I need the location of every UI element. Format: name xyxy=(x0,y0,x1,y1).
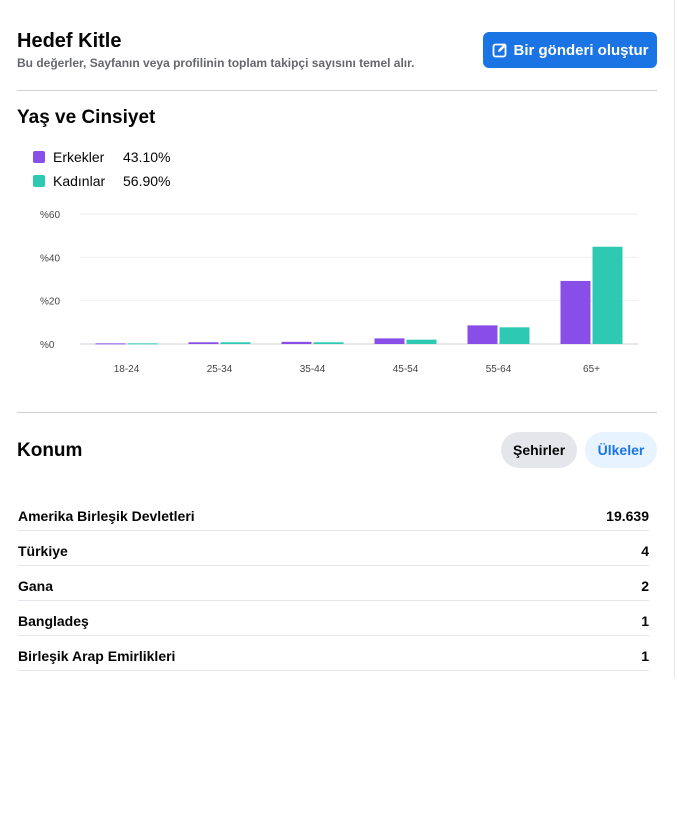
table-row: Türkiye 4 xyxy=(18,531,649,566)
bar-female-35-44[interactable] xyxy=(313,342,344,344)
countries-toggle-button[interactable]: Ülkeler xyxy=(585,432,657,468)
cities-toggle-button[interactable]: Şehirler xyxy=(501,432,577,468)
audience-panel: Hedef Kitle Bu değerler, Sayfanın veya p… xyxy=(0,0,675,678)
age-gender-title: Yaş ve Cinsiyet xyxy=(17,107,156,128)
legend-label-female: Kadınlar xyxy=(53,173,106,189)
create-post-label: Bir gönderi oluştur xyxy=(513,41,649,59)
location-name: Bangladeş xyxy=(18,613,89,629)
legend-swatch-male xyxy=(33,151,45,163)
audience-header: Hedef Kitle Bu değerler, Sayfanın veya p… xyxy=(17,30,657,80)
table-row: Gana 2 xyxy=(18,566,649,601)
legend-value-male: 43.10% xyxy=(123,149,171,165)
legend-item-female: Kadınlar 56.90% xyxy=(33,169,170,193)
location-header: Konum Şehirler Ülkeler xyxy=(17,432,657,468)
create-post-button[interactable]: Bir gönderi oluştur xyxy=(483,32,657,68)
y-tick-label: %60 xyxy=(40,210,60,221)
x-tick-label: 55-64 xyxy=(486,364,512,375)
bar-female-65+[interactable] xyxy=(592,246,623,344)
edit-icon xyxy=(492,43,507,58)
bar-male-35-44[interactable] xyxy=(281,341,312,344)
x-tick-label: 65+ xyxy=(583,364,600,375)
page-title: Hedef Kitle xyxy=(17,30,122,52)
bar-male-25-34[interactable] xyxy=(188,342,219,344)
legend-value-female: 56.90% xyxy=(123,173,171,189)
y-tick-label: %20 xyxy=(40,297,60,308)
bar-female-55-64[interactable] xyxy=(499,327,530,344)
bar-female-18-24[interactable] xyxy=(127,343,158,345)
bar-female-45-54[interactable] xyxy=(406,339,437,344)
divider xyxy=(17,412,657,413)
x-tick-label: 45-54 xyxy=(393,364,419,375)
divider xyxy=(17,90,657,91)
x-tick-label: 18-24 xyxy=(114,364,140,375)
table-row: Bangladeş 1 xyxy=(18,601,649,636)
location-name: Amerika Birleşik Devletleri xyxy=(18,508,195,524)
x-tick-label: 25-34 xyxy=(207,364,233,375)
bar-male-55-64[interactable] xyxy=(467,325,498,344)
legend-item-male: Erkekler 43.10% xyxy=(33,145,170,169)
legend-label-male: Erkekler xyxy=(53,149,105,165)
age-gender-chart: %0 %20 %40 %60 18-24 25-34 35-44 45-54 55-64 65+ xyxy=(20,200,650,385)
page-subtitle: Bu değerler, Sayfanın veya profilinin to… xyxy=(17,56,415,70)
location-count: 19.639 xyxy=(606,508,649,524)
legend-swatch-female xyxy=(33,175,45,187)
y-tick-label: %0 xyxy=(40,340,55,351)
bar-female-25-34[interactable] xyxy=(220,342,251,344)
location-name: Türkiye xyxy=(18,543,68,559)
location-table: Amerika Birleşik Devletleri 19.639 Türkiye… xyxy=(18,496,649,671)
location-count: 1 xyxy=(641,613,649,629)
location-name: Gana xyxy=(18,578,54,594)
bar-male-45-54[interactable] xyxy=(374,338,405,344)
table-row: Birleşik Arap Emirlikleri 1 xyxy=(18,636,649,671)
location-count: 1 xyxy=(641,648,649,664)
location-count: 2 xyxy=(641,578,649,594)
x-tick-label: 35-44 xyxy=(300,364,326,375)
location-count: 4 xyxy=(641,543,649,559)
bar-male-18-24[interactable] xyxy=(95,343,126,345)
location-name: Birleşik Arap Emirlikleri xyxy=(18,648,176,664)
age-gender-bar-chart: %0 %20 %40 %60 18-24 25-34 35-44 45-54 55-64 65+ xyxy=(40,210,638,375)
bar-male-65+[interactable] xyxy=(560,280,591,344)
location-title: Konum xyxy=(17,440,83,461)
y-tick-label: %40 xyxy=(40,253,60,264)
table-row: Amerika Birleşik Devletleri 19.639 xyxy=(18,496,649,531)
chart-legend: Erkekler 43.10% Kadınlar 56.90% xyxy=(33,145,170,193)
